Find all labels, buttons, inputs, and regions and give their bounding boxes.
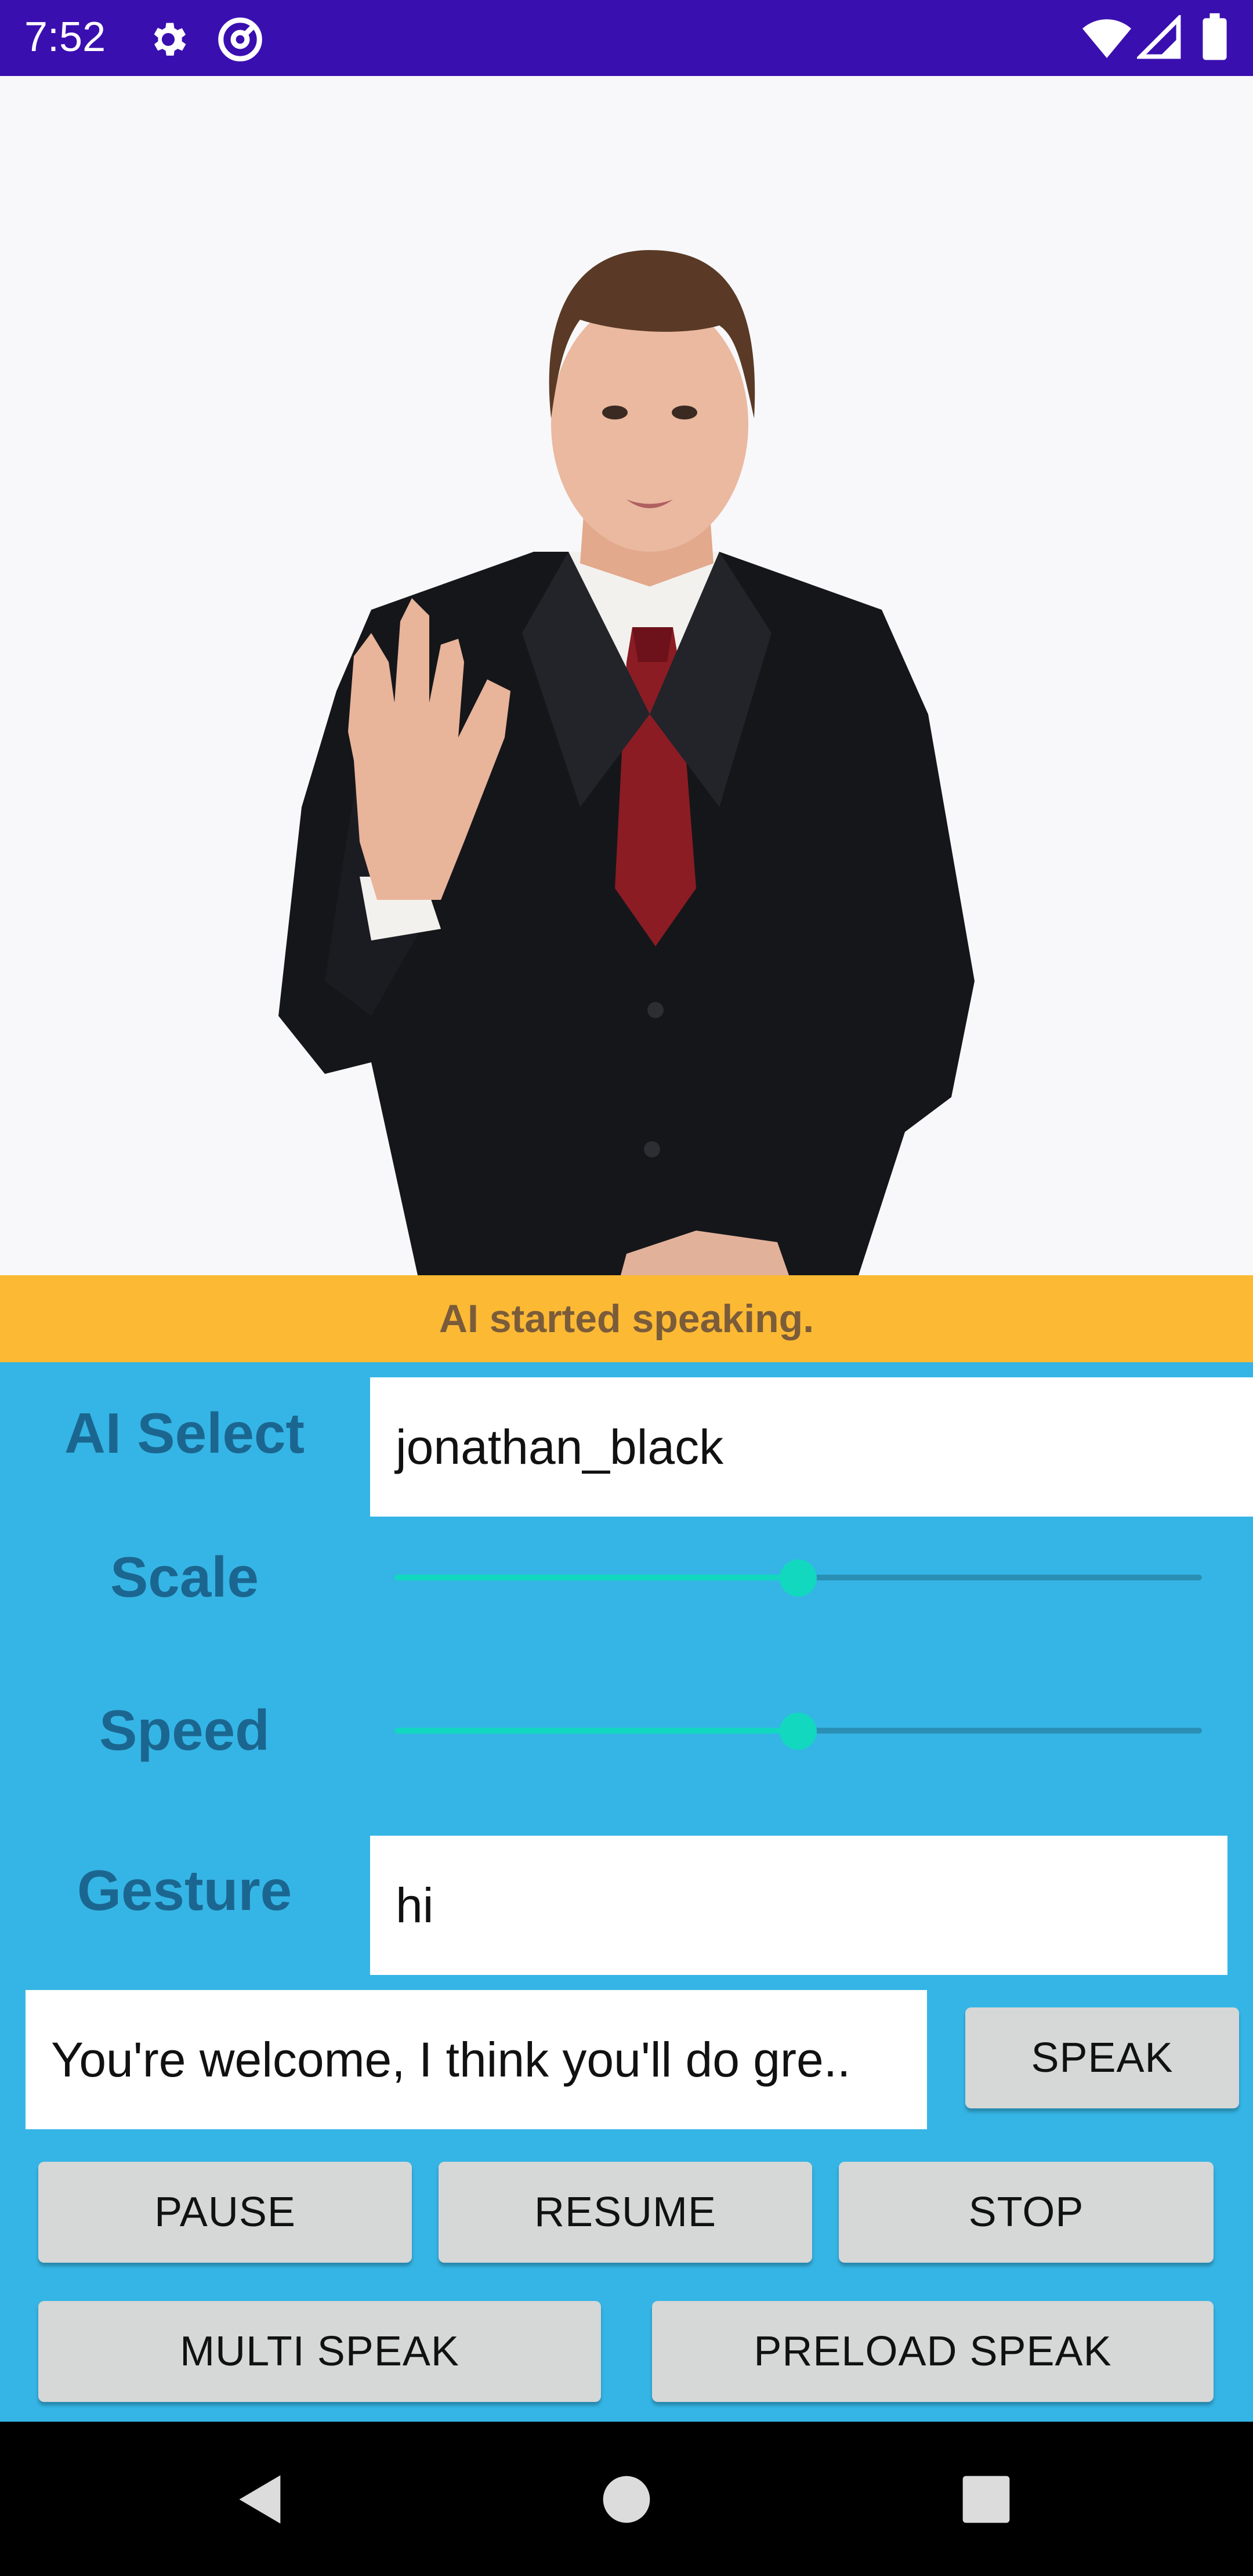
speak-button[interactable]: SPEAK — [965, 2007, 1239, 2108]
status-banner: AI started speaking. — [0, 1275, 1253, 1362]
speed-slider-thumb[interactable] — [780, 1713, 817, 1750]
battery-icon — [1201, 13, 1229, 64]
status-time: 7:52 — [24, 14, 106, 60]
ai-select-label: AI Select — [64, 1401, 305, 1465]
preload-speak-button[interactable]: PRELOAD SPEAK — [652, 2301, 1214, 2402]
signal-icon — [1135, 13, 1182, 63]
pause-button[interactable]: PAUSE — [38, 2162, 412, 2263]
recents-icon[interactable] — [961, 2474, 1012, 2528]
back-icon[interactable] — [232, 2470, 290, 2531]
wifi-icon — [1082, 15, 1131, 63]
scale-slider[interactable] — [394, 1560, 1202, 1597]
gesture-label: Gesture — [77, 1858, 292, 1922]
avatar-view — [0, 76, 1253, 1275]
ai-select-field[interactable]: jonathan_black — [370, 1377, 1253, 1517]
scale-slider-thumb[interactable] — [780, 1560, 817, 1597]
speak-text-value: You're welcome, I think you'll do gre.. — [51, 2032, 851, 2087]
control-panel: AI Select jonathan_black Scale Speed Ges… — [0, 1362, 1253, 2422]
multi-speak-button[interactable]: MULTI SPEAK — [38, 2301, 601, 2402]
at-sign-icon — [216, 15, 265, 67]
scale-slider-fill — [394, 1575, 798, 1580]
status-bar: 7:52 — [0, 0, 1253, 76]
navigation-bar — [0, 2422, 1253, 2576]
gear-icon — [146, 17, 190, 64]
speed-slider-fill — [394, 1728, 798, 1734]
speed-label: Speed — [99, 1698, 270, 1762]
scale-label: Scale — [110, 1545, 259, 1609]
ai-presenter-avatar — [278, 250, 975, 1275]
speak-text-input[interactable]: You're welcome, I think you'll do gre.. — [26, 1990, 927, 2129]
speed-slider[interactable] — [394, 1713, 1202, 1750]
resume-button[interactable]: RESUME — [439, 2162, 812, 2263]
gesture-value: hi — [396, 1877, 434, 1933]
home-icon[interactable] — [601, 2474, 652, 2528]
gesture-field[interactable]: hi — [370, 1836, 1227, 1975]
ai-select-value: jonathan_black — [396, 1419, 724, 1474]
stop-button[interactable]: STOP — [839, 2162, 1214, 2263]
